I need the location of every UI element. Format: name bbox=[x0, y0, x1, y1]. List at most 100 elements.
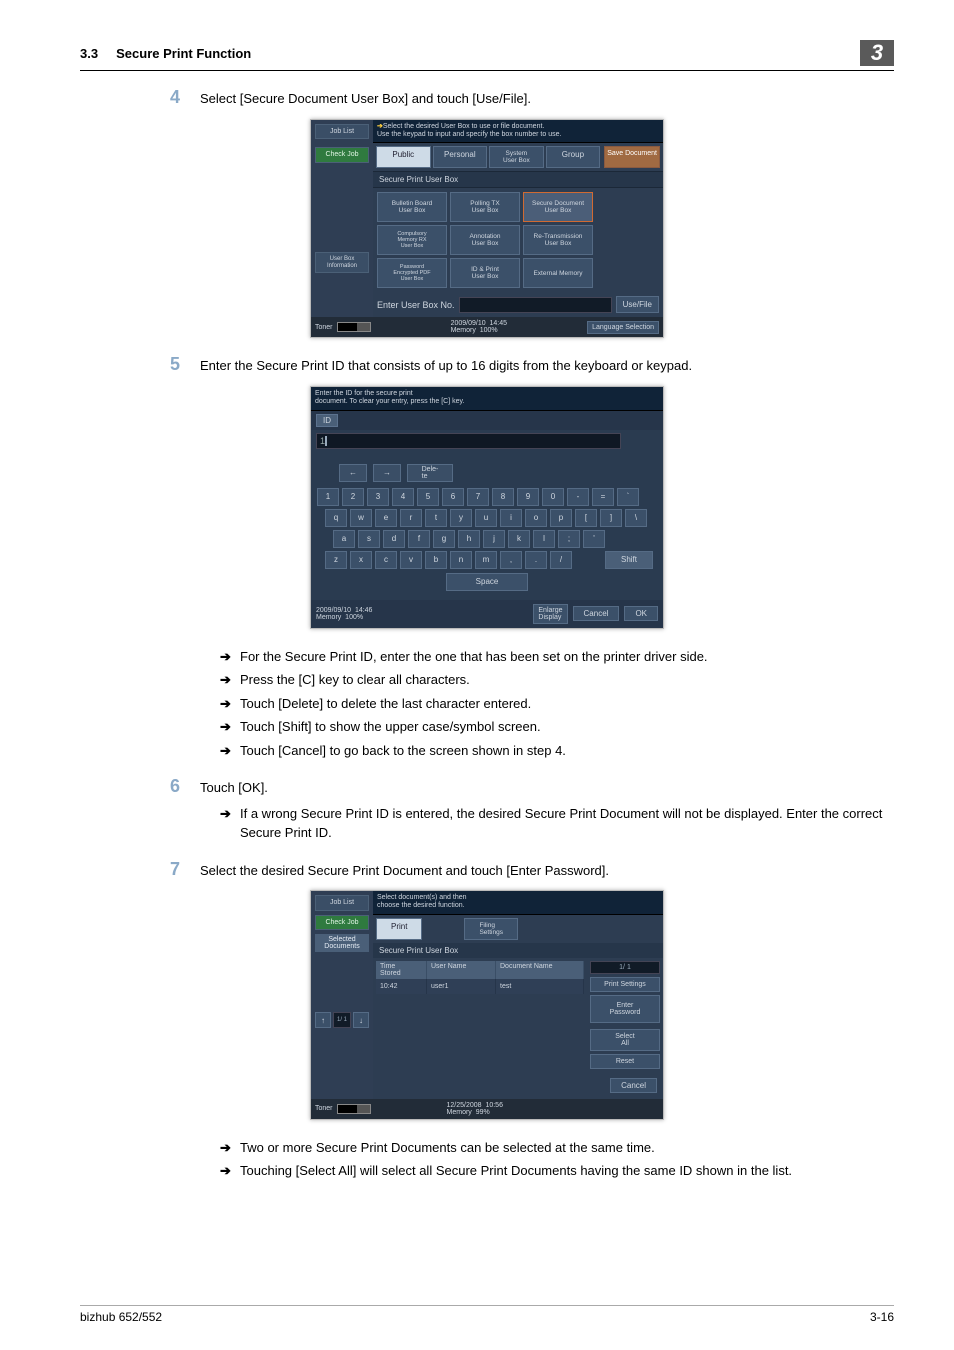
key-9[interactable]: 9 bbox=[517, 488, 539, 506]
key-.[interactable]: . bbox=[525, 551, 547, 569]
key-q[interactable]: q bbox=[325, 509, 347, 527]
arrow-right-button[interactable]: → bbox=[373, 464, 401, 482]
key-y[interactable]: y bbox=[450, 509, 472, 527]
retransmission-box[interactable]: Re-Transmission User Box bbox=[523, 225, 593, 255]
key-x[interactable]: x bbox=[350, 551, 372, 569]
section-number: 3.3 bbox=[80, 46, 98, 61]
key-4[interactable]: 4 bbox=[392, 488, 414, 506]
step-6-text: Touch [OK]. bbox=[200, 778, 894, 798]
key-d[interactable]: d bbox=[383, 530, 405, 548]
key-w[interactable]: w bbox=[350, 509, 372, 527]
id-input[interactable]: 1 bbox=[316, 433, 621, 449]
key-,[interactable]: , bbox=[500, 551, 522, 569]
use-file-button[interactable]: Use/File bbox=[616, 296, 659, 313]
external-memory-box[interactable]: External Memory bbox=[523, 258, 593, 288]
secure-document-box[interactable]: Secure Document User Box bbox=[523, 192, 593, 222]
tab-personal[interactable]: Personal bbox=[433, 146, 488, 168]
key-o[interactable]: o bbox=[525, 509, 547, 527]
key-[[interactable]: [ bbox=[575, 509, 597, 527]
col-time[interactable]: Time Stored bbox=[376, 961, 427, 979]
key-n[interactable]: n bbox=[450, 551, 472, 569]
key-g[interactable]: g bbox=[433, 530, 455, 548]
key-b[interactable]: b bbox=[425, 551, 447, 569]
key-`[interactable]: ` bbox=[617, 488, 639, 506]
box-number-field[interactable] bbox=[459, 297, 612, 313]
page-down-button[interactable]: ↓ bbox=[353, 1012, 369, 1028]
key-s[interactable]: s bbox=[358, 530, 380, 548]
step-4-text: Select [Secure Document User Box] and to… bbox=[200, 89, 894, 109]
polling-tx-box[interactable]: Polling TX User Box bbox=[450, 192, 520, 222]
key-1[interactable]: 1 bbox=[317, 488, 339, 506]
key-a[interactable]: a bbox=[333, 530, 355, 548]
key-h[interactable]: h bbox=[458, 530, 480, 548]
key-][interactable]: ] bbox=[600, 509, 622, 527]
key-c[interactable]: c bbox=[375, 551, 397, 569]
print-settings-button[interactable]: Print Settings bbox=[590, 977, 660, 992]
id-print-box[interactable]: ID & Print User Box bbox=[450, 258, 520, 288]
key-k[interactable]: k bbox=[508, 530, 530, 548]
key-v[interactable]: v bbox=[400, 551, 422, 569]
select-all-button[interactable]: Select All bbox=[590, 1029, 660, 1051]
key-p[interactable]: p bbox=[550, 509, 572, 527]
key-'[interactable]: ' bbox=[583, 530, 605, 548]
reset-button[interactable]: Reset bbox=[590, 1054, 660, 1069]
key-7[interactable]: 7 bbox=[467, 488, 489, 506]
delete-button[interactable]: Dele- te bbox=[407, 464, 453, 482]
key-5[interactable]: 5 bbox=[417, 488, 439, 506]
key-j[interactable]: j bbox=[483, 530, 505, 548]
page-indicator-side: 1/ 1 bbox=[333, 1012, 351, 1028]
user-box-info-button[interactable]: User Box Information bbox=[315, 252, 369, 273]
col-user[interactable]: User Name bbox=[427, 961, 496, 979]
key-2[interactable]: 2 bbox=[342, 488, 364, 506]
key-=[interactable]: = bbox=[592, 488, 614, 506]
key-;[interactable]: ; bbox=[558, 530, 580, 548]
ok-button[interactable]: OK bbox=[624, 606, 658, 621]
key-m[interactable]: m bbox=[475, 551, 497, 569]
cancel-button-3[interactable]: Cancel bbox=[610, 1078, 657, 1093]
key-l[interactable]: l bbox=[533, 530, 555, 548]
key-i[interactable]: i bbox=[500, 509, 522, 527]
key-3[interactable]: 3 bbox=[367, 488, 389, 506]
print-tab[interactable]: Print bbox=[376, 918, 422, 940]
enter-password-button[interactable]: Enter Password bbox=[590, 995, 660, 1023]
key--[interactable]: - bbox=[567, 488, 589, 506]
key-z[interactable]: z bbox=[325, 551, 347, 569]
language-selection-button[interactable]: Language Selection bbox=[587, 321, 659, 334]
check-job-button-3[interactable]: Check Job bbox=[315, 915, 369, 931]
job-list-button-3[interactable]: Job List bbox=[315, 895, 369, 911]
document-row[interactable]: 10:42 user1 test bbox=[376, 979, 584, 994]
filing-settings-tab[interactable]: Filing Settings bbox=[464, 918, 518, 940]
bulletin-board-box[interactable]: Bulletin Board User Box bbox=[377, 192, 447, 222]
job-list-button[interactable]: Job List bbox=[315, 124, 369, 140]
space-key[interactable]: Space bbox=[446, 573, 528, 591]
compulsory-memory-box[interactable]: Compulsory Memory RX User Box bbox=[377, 225, 447, 255]
key-u[interactable]: u bbox=[475, 509, 497, 527]
annotation-box[interactable]: Annotation User Box bbox=[450, 225, 520, 255]
check-job-button[interactable]: Check Job bbox=[315, 147, 369, 163]
enlarge-display-button[interactable]: Enlarge Display bbox=[533, 604, 567, 624]
key-0[interactable]: 0 bbox=[542, 488, 564, 506]
step-6-bullets: ➔If a wrong Secure Print ID is entered, … bbox=[220, 804, 894, 843]
key-r[interactable]: r bbox=[400, 509, 422, 527]
cancel-button[interactable]: Cancel bbox=[573, 606, 620, 621]
tab-group[interactable]: Group bbox=[546, 146, 601, 168]
toner-bar bbox=[337, 322, 371, 332]
key-e[interactable]: e bbox=[375, 509, 397, 527]
step-5-text: Enter the Secure Print ID that consists … bbox=[200, 356, 894, 376]
secure-band-3: Secure Print User Box bbox=[373, 943, 663, 958]
password-pdf-box[interactable]: Password Encrypted PDF User Box bbox=[377, 258, 447, 288]
tab-public[interactable]: Public bbox=[376, 146, 431, 168]
save-document-button[interactable]: Save Document bbox=[604, 146, 660, 168]
key-8[interactable]: 8 bbox=[492, 488, 514, 506]
tab-system[interactable]: System User Box bbox=[489, 146, 544, 168]
key-\[interactable]: \ bbox=[625, 509, 647, 527]
key-t[interactable]: t bbox=[425, 509, 447, 527]
key-f[interactable]: f bbox=[408, 530, 430, 548]
shift-key[interactable]: Shift bbox=[605, 551, 653, 569]
key-6[interactable]: 6 bbox=[442, 488, 464, 506]
arrow-left-button[interactable]: ← bbox=[339, 464, 367, 482]
step-7-bullets: ➔Two or more Secure Print Documents can … bbox=[220, 1138, 894, 1181]
col-docname[interactable]: Document Name bbox=[496, 961, 584, 979]
key-/[interactable]: / bbox=[550, 551, 572, 569]
page-up-button[interactable]: ↑ bbox=[315, 1012, 331, 1028]
